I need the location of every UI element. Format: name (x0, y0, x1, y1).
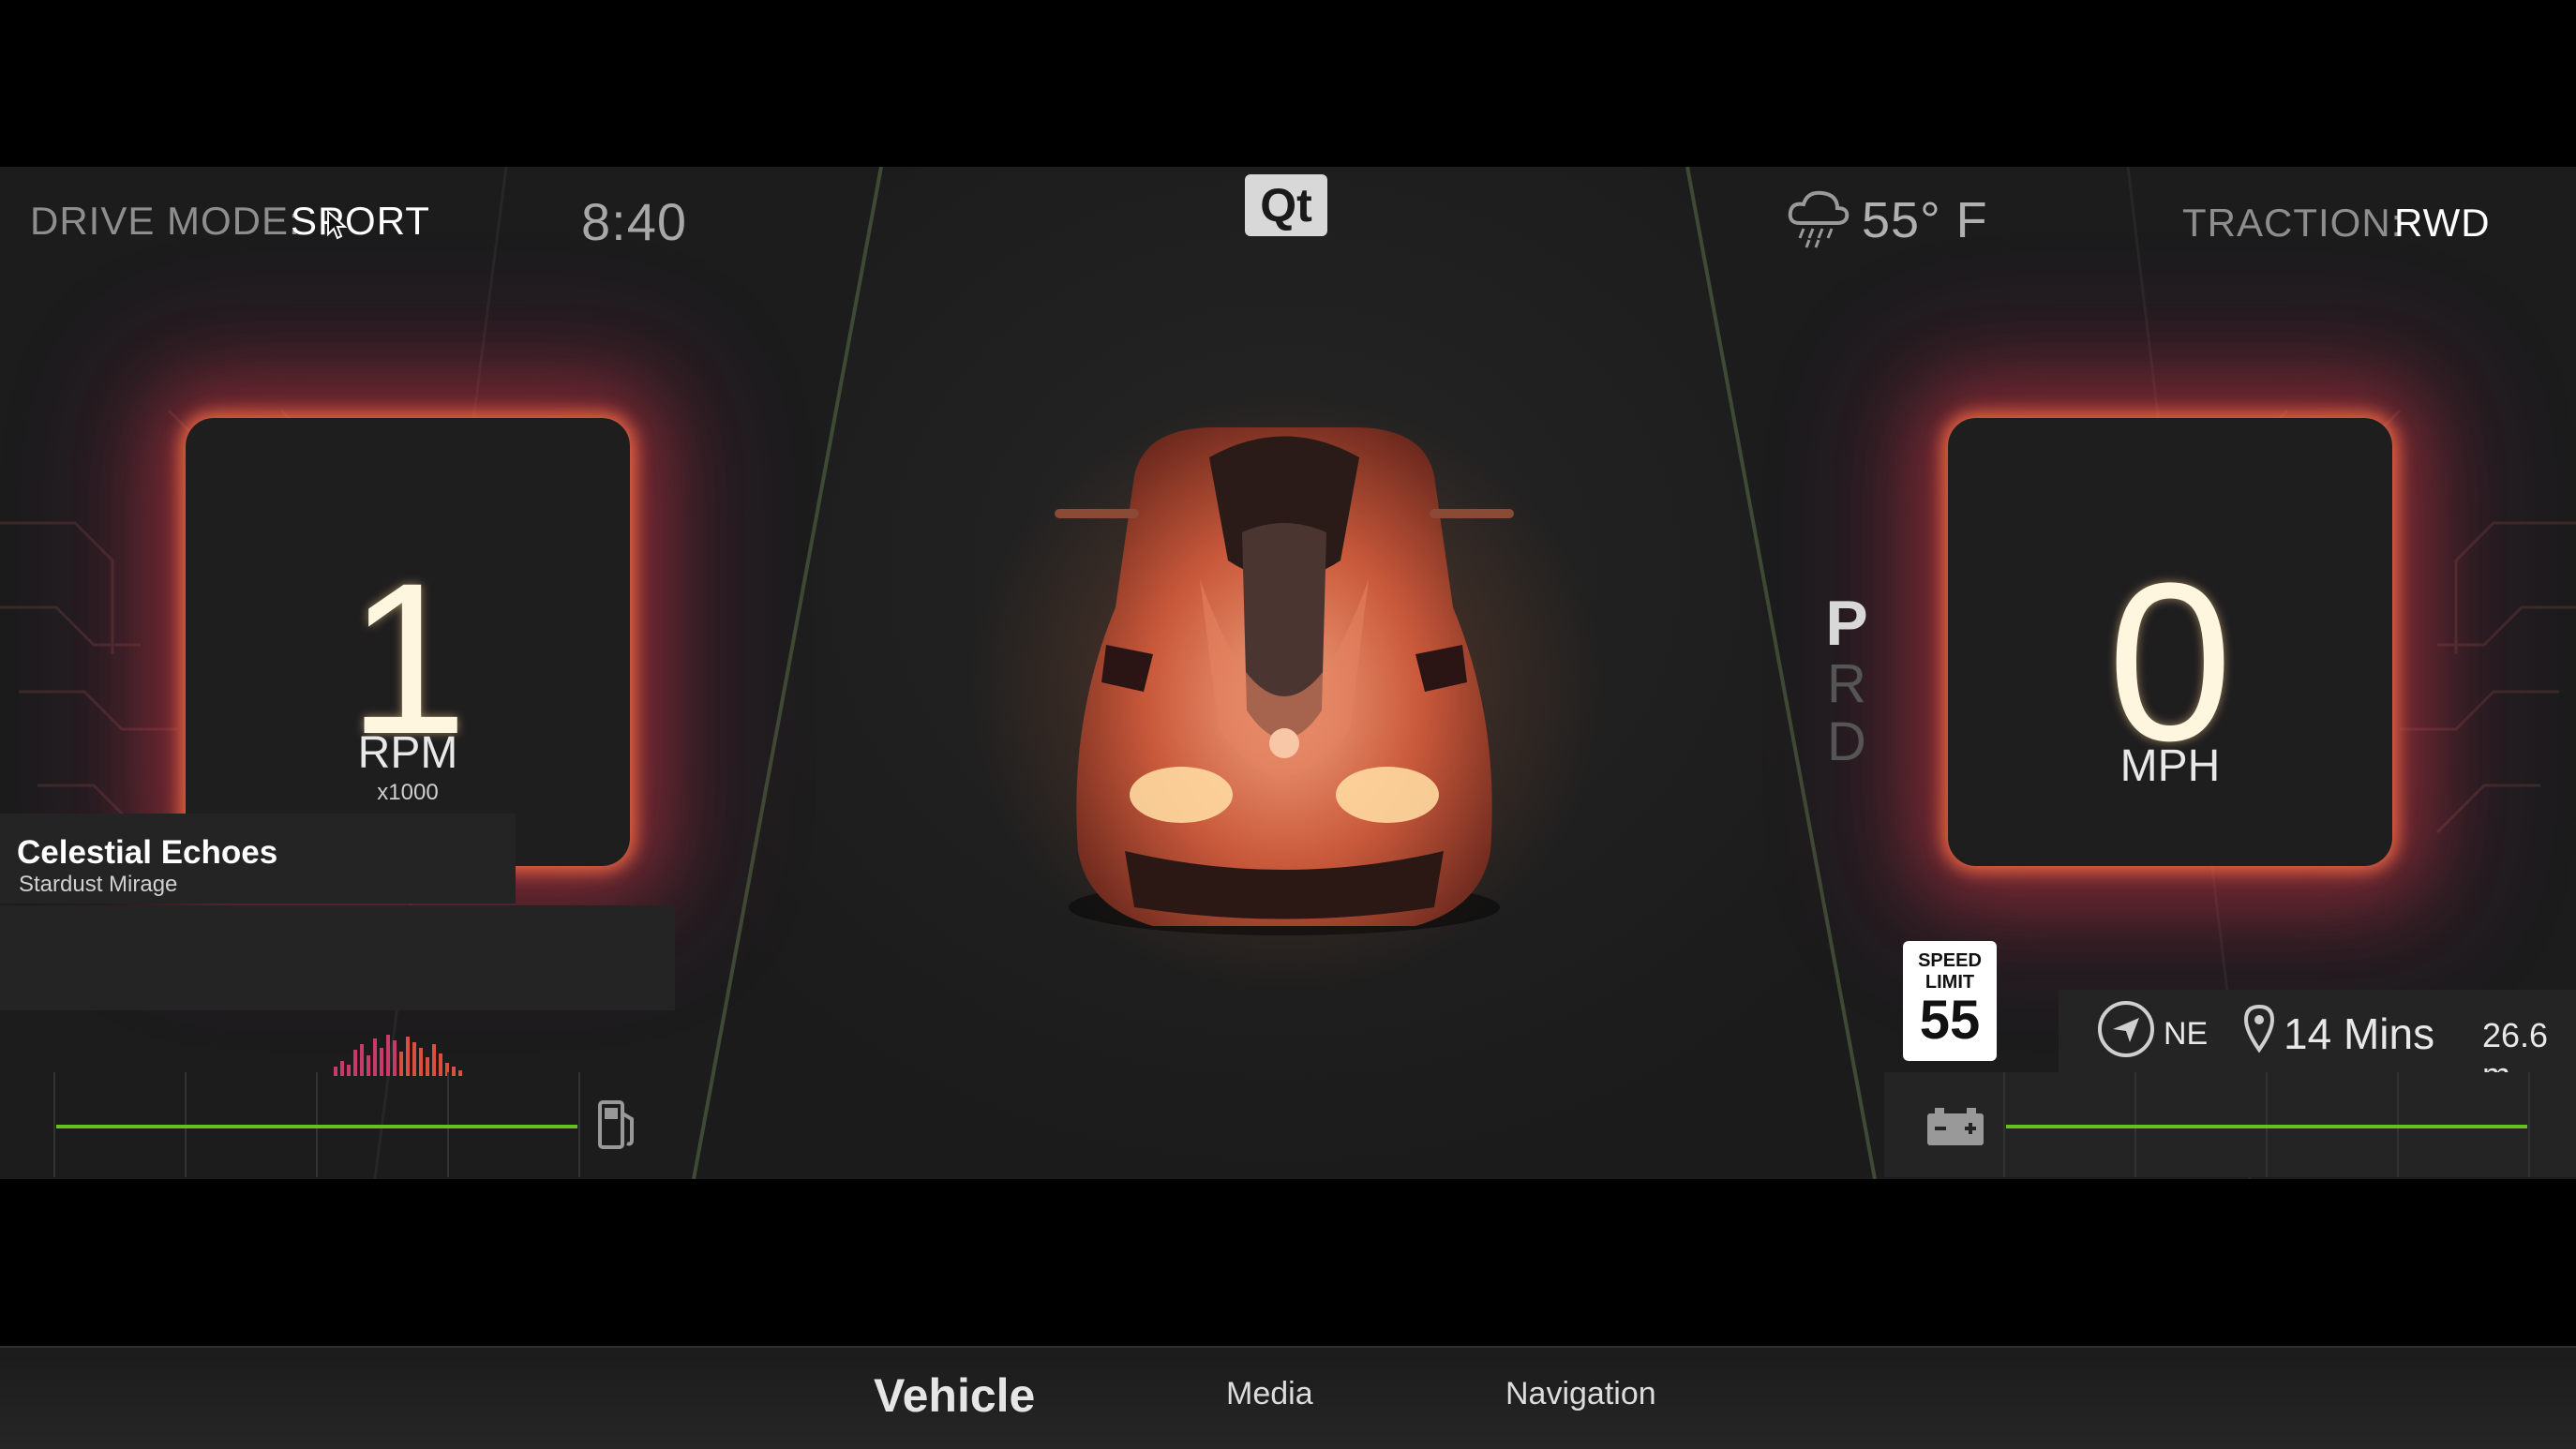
mouse-cursor-icon (327, 210, 347, 240)
rpm-panel: 1 RPM x1000 (186, 418, 630, 866)
track-title: Celestial Echoes (17, 834, 278, 871)
track-artist: Stardust Mirage (19, 872, 178, 897)
temperature: 55° F (1862, 192, 1988, 248)
traction-label: TRACTION: (2182, 201, 2404, 245)
drive-mode-label: DRIVE MODE: (30, 199, 301, 243)
traction-value[interactable]: RWD (2394, 201, 2491, 246)
qt-logo: Qt (1245, 174, 1327, 236)
visualizer-bar (373, 1038, 377, 1076)
visualizer-bar (393, 1040, 397, 1076)
location-pin-icon (2243, 1004, 2275, 1053)
drive-mode-value[interactable]: SPORT (291, 199, 430, 244)
compass-icon (2098, 1001, 2154, 1057)
visualizer-bar (406, 1037, 410, 1076)
nav-eta: 14 Mins (2284, 1009, 2435, 1058)
fuel-pump-icon (598, 1100, 634, 1149)
cloud-rain-icon (1788, 190, 1850, 248)
nav-direction: NE (2164, 1016, 2209, 1052)
audio-visualizer (334, 1035, 462, 1076)
speed-limit-value: 55 (1919, 990, 1981, 1051)
fuel-gauge (0, 905, 675, 1010)
battery-level-line (2006, 1125, 2527, 1128)
visualizer-bar (360, 1044, 364, 1076)
rpm-multiplier: x1000 (377, 780, 439, 805)
tab-vehicle[interactable]: Vehicle (874, 1368, 1035, 1423)
gear-park[interactable]: P (1819, 587, 1875, 660)
visualizer-bar (412, 1042, 416, 1076)
fuel-level-line (56, 1125, 577, 1128)
visualizer-bar (432, 1044, 436, 1076)
speed-limit-sign: SPEED LIMIT 55 (1903, 941, 1997, 1061)
visualizer-bar (386, 1035, 390, 1076)
rpm-unit: RPM (357, 728, 458, 778)
tab-media[interactable]: Media (1226, 1376, 1313, 1412)
tab-navigation[interactable]: Navigation (1505, 1376, 1656, 1412)
clock: 8:40 (581, 192, 687, 251)
speed-limit-label-1: SPEED (1918, 950, 1982, 971)
gear-drive[interactable]: D (1819, 710, 1875, 773)
car-image (1055, 427, 1514, 935)
speed-unit: MPH (2119, 741, 2221, 791)
battery-icon (1927, 1108, 1984, 1145)
speed-panel: 0 MPH (1948, 418, 2392, 866)
gear-reverse[interactable]: R (1819, 652, 1875, 715)
